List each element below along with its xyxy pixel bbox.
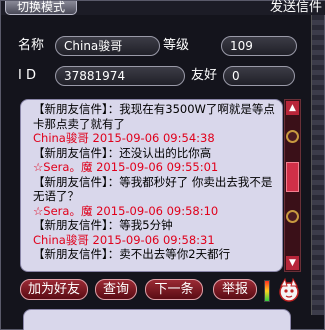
message-text: 【新朋友信件】：我现在有3500W了啊就是等点卡那点卖了就有了 <box>33 102 275 131</box>
friendliness-field: 0 <box>223 66 295 86</box>
message-text: 【新朋友信件】：等我都秒好了 你卖出去我不是无语了？ <box>33 174 273 204</box>
message-meta: ☆Sera。魔 2015-09-06 09:55:01 <box>33 160 219 174</box>
side-ornament <box>311 15 324 315</box>
message-input[interactable] <box>23 309 291 330</box>
window-title: 发送信件 <box>269 0 322 15</box>
message-text: 【新朋友信件】：卖不出去等你2天都行 <box>33 247 231 261</box>
message-meta: China骏哥 2015-09-06 09:58:31 <box>33 232 215 247</box>
switch-mode-tab[interactable]: 切换模式 <box>5 1 77 15</box>
message-log: 【新朋友信件】：我现在有3500W了啊就是等点卡那点卖了就有了 China骏哥 … <box>20 99 283 272</box>
mail-window: 切换模式 发送信件 名称 China骏哥 等级 109 I D 37881974… <box>0 0 325 330</box>
scroll-down-arrow-icon[interactable]: ▼ <box>286 256 299 270</box>
query-button[interactable]: 查询 <box>95 279 137 300</box>
name-label: 名称 <box>18 38 45 53</box>
message-scrollbar[interactable]: ▲ ▼ <box>284 99 301 272</box>
level-label: 等级 <box>163 38 190 53</box>
scroll-up-arrow-icon[interactable]: ▲ <box>286 101 299 115</box>
report-button[interactable]: 举报 <box>213 279 257 300</box>
title-bar: 切换模式 发送信件 <box>1 1 325 15</box>
next-message-button[interactable]: 下一条 <box>145 279 203 300</box>
id-label: I D <box>18 68 36 83</box>
message-meta: China骏哥 2015-09-06 09:54:38 <box>33 131 215 145</box>
add-friend-button[interactable]: 加为好友 <box>20 279 88 300</box>
message-meta: ☆Sera。魔 2015-09-06 09:58:10 <box>33 203 219 218</box>
friendliness-label: 友好 <box>191 68 218 83</box>
pet-avatar-icon[interactable] <box>276 277 302 303</box>
level-field: 109 <box>221 36 297 56</box>
scroll-ornament-icon <box>286 130 299 143</box>
signal-meter-icon <box>264 280 270 302</box>
message-text: 【新朋友信件】：还没认出的比你高 <box>33 145 212 160</box>
scroll-thumb[interactable] <box>286 162 299 192</box>
id-field: 37881974 <box>55 66 185 86</box>
scroll-ornament-icon <box>286 210 299 223</box>
message-text: 【新朋友信件】：等我5分钟 <box>33 218 173 232</box>
name-field: China骏哥 <box>55 36 160 56</box>
